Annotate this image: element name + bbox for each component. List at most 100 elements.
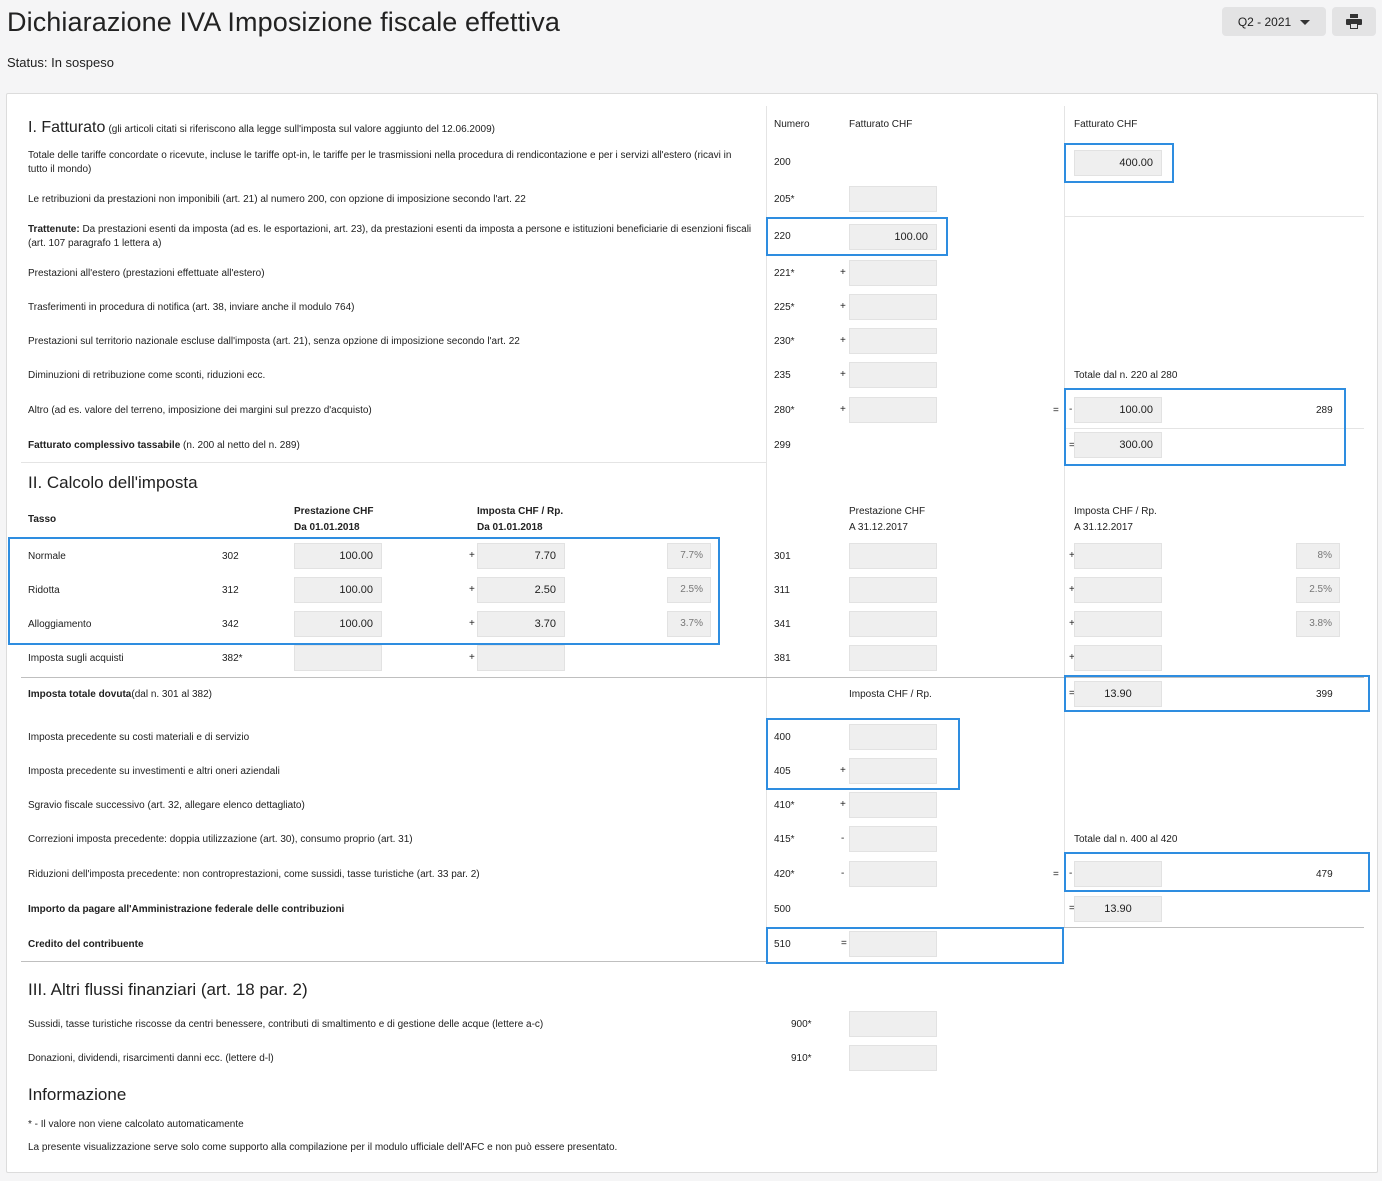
- divider: [21, 961, 766, 962]
- divider: [766, 463, 767, 962]
- rate-old-percent: 2.5%: [1296, 577, 1340, 603]
- row-230-label: Prestazioni sul territorio nazionale esc…: [28, 336, 520, 347]
- row-500-number: 500: [774, 904, 791, 915]
- row-420-label: Riduzioni dell'imposta precedente: non c…: [28, 869, 480, 880]
- info-note-1: * - Il valore non viene calcolato automa…: [28, 1119, 244, 1130]
- input-311-tax[interactable]: [1074, 577, 1162, 603]
- input-500[interactable]: 13.90: [1074, 896, 1162, 922]
- row-381-number: 381: [774, 653, 791, 664]
- row-200-label: Totale delle tariffe concordate o ricevu…: [28, 150, 732, 175]
- input-205[interactable]: [849, 186, 937, 212]
- highlight-400-405: [766, 718, 960, 790]
- rate-old-number: 311: [774, 585, 790, 596]
- row-500-label: Importo da pagare all'Amministrazione fe…: [28, 904, 345, 915]
- col-fatturato-total: Fatturato CHF: [1074, 119, 1138, 130]
- caret-down-icon: [1300, 19, 1311, 25]
- input-382-tax[interactable]: [477, 645, 565, 671]
- row-910-label: Donazioni, dividendi, risarcimenti danni…: [28, 1053, 274, 1064]
- row-510-label: Credito del contribuente: [28, 939, 144, 950]
- input-415[interactable]: [849, 826, 937, 852]
- input-910[interactable]: [849, 1045, 937, 1071]
- plus-sign: +: [840, 335, 846, 346]
- highlight-rates: [8, 537, 720, 645]
- divider: [766, 106, 767, 463]
- row-280-number: 280*: [774, 405, 795, 416]
- row-410-label: Sgravio fiscale successivo (art. 32, all…: [28, 800, 305, 811]
- input-900[interactable]: [849, 1011, 937, 1037]
- declaration-card: I. Fatturato (gli articoli citati si rif…: [6, 93, 1378, 1173]
- row-280-label: Altro (ad es. valore del terreno, imposi…: [28, 405, 372, 416]
- row-225-label: Trasferimenti in procedura di notifica (…: [28, 302, 355, 313]
- input-341-tax[interactable]: [1074, 611, 1162, 637]
- col-tasso: Tasso: [28, 514, 57, 525]
- page-title: Dichiarazione IVA Imposizione fiscale ef…: [7, 7, 560, 37]
- plus-sign: +: [840, 799, 846, 810]
- row-420-number: 420*: [774, 869, 795, 880]
- input-221[interactable]: [849, 260, 937, 286]
- row-900-number: 900*: [791, 1019, 812, 1030]
- input-410[interactable]: [849, 792, 937, 818]
- plus-sign: +: [469, 652, 475, 663]
- col-imp-old-1: Imposta CHF / Rp.: [1074, 506, 1157, 517]
- highlight-399: [1064, 675, 1370, 712]
- section-3-title: III. Altri flussi finanziari (art. 18 pa…: [28, 980, 308, 999]
- input-301-tax[interactable]: [1074, 543, 1162, 569]
- col-imp-new-2: Da 01.01.2018: [477, 522, 543, 533]
- row-382-number: 382*: [222, 653, 243, 664]
- rate-old-number: 341: [774, 619, 791, 630]
- divider: [1064, 216, 1364, 217]
- col-imp-old-2: A 31.12.2017: [1074, 522, 1133, 533]
- row-415-number: 415*: [774, 834, 795, 845]
- input-230[interactable]: [849, 328, 937, 354]
- info-title: Informazione: [28, 1085, 127, 1104]
- row-415-label: Correzioni imposta precedente: doppia ut…: [28, 834, 413, 845]
- row-400-label: Imposta precedente su costi materiali e …: [28, 732, 250, 743]
- col-prest-new-2: Da 01.01.2018: [294, 522, 360, 533]
- row-299-label: Fatturato complessivo tassabile (n. 200 …: [28, 440, 300, 451]
- equals-sign: =: [1053, 869, 1059, 880]
- highlight-479: [1064, 852, 1370, 892]
- row-205-label: Le retribuzioni da prestazioni non impon…: [28, 194, 526, 205]
- input-311[interactable]: [849, 577, 937, 603]
- row-910-number: 910*: [791, 1053, 812, 1064]
- row-900-label: Sussidi, tasse turistiche riscosse da ce…: [28, 1019, 544, 1030]
- input-225[interactable]: [849, 294, 937, 320]
- row-221-label: Prestazioni all'estero (prestazioni effe…: [28, 268, 265, 279]
- col-numero: Numero: [774, 119, 810, 130]
- rate-old-number: 301: [774, 551, 791, 562]
- info-note-2: La presente visualizzazione serve solo c…: [28, 1142, 618, 1153]
- col-fatturato: Fatturato CHF: [849, 119, 913, 130]
- print-icon: [1346, 14, 1362, 29]
- row-410-number: 410*: [774, 800, 795, 811]
- highlight-220: [766, 217, 948, 256]
- input-382[interactable]: [294, 645, 382, 671]
- equals-sign: =: [1053, 405, 1059, 416]
- period-dropdown[interactable]: Q2 - 2021: [1222, 7, 1326, 36]
- row-205-number: 205*: [774, 194, 795, 205]
- rate-old-percent: 8%: [1296, 543, 1340, 569]
- row-221-number: 221*: [774, 268, 795, 279]
- minus-sign: -: [841, 868, 845, 879]
- col-imposta-total: Imposta CHF / Rp.: [849, 689, 932, 700]
- input-341[interactable]: [849, 611, 937, 637]
- row-200-number: 200: [774, 157, 791, 168]
- row-220-label: Trattenute: Da prestazioni esenti da imp…: [28, 224, 752, 249]
- input-235[interactable]: [849, 362, 937, 388]
- input-381-tax[interactable]: [1074, 645, 1162, 671]
- totale-220-280-label: Totale dal n. 220 al 280: [1074, 370, 1178, 381]
- row-399-label: Imposta totale dovuta(dal n. 301 al 382): [28, 689, 212, 700]
- period-label: Q2 - 2021: [1237, 14, 1292, 29]
- input-280[interactable]: [849, 397, 937, 423]
- divider: [21, 462, 766, 463]
- print-button[interactable]: [1332, 7, 1376, 36]
- input-301[interactable]: [849, 543, 937, 569]
- plus-sign: +: [840, 301, 846, 312]
- row-299-number: 299: [774, 440, 791, 451]
- col-prest-new-1: Prestazione CHF: [294, 506, 374, 517]
- plus-sign: +: [840, 267, 846, 278]
- input-420[interactable]: [849, 861, 937, 887]
- row-382-label: Imposta sugli acquisti: [28, 653, 124, 664]
- plus-sign: +: [840, 404, 846, 415]
- col-prest-old-2: A 31.12.2017: [849, 522, 908, 533]
- input-381[interactable]: [849, 645, 937, 671]
